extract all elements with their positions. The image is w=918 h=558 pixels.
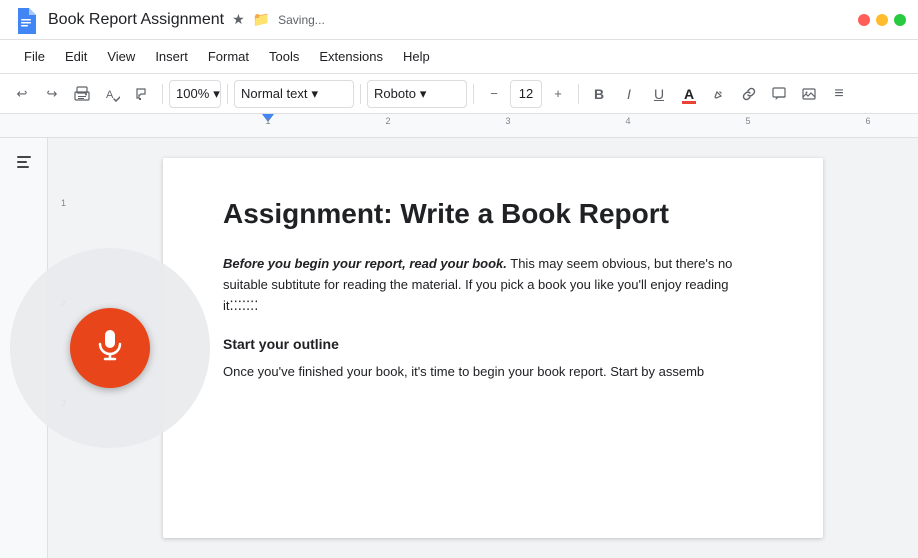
highlight-button[interactable] [705, 80, 733, 108]
mic-icon [92, 326, 128, 370]
style-arrow: ▾ [311, 86, 318, 102]
title-bar: Book Report Assignment ★ 📁 Saving... [0, 0, 918, 40]
undo-button[interactable]: ↩ [8, 80, 36, 108]
style-value: Normal text [241, 86, 307, 101]
font-value: Roboto [374, 86, 416, 101]
separator-1 [162, 84, 163, 104]
separator-4 [473, 84, 474, 104]
more-options-button[interactable]: ≡ [825, 80, 853, 108]
document-heading: Assignment: Write a Book Report [223, 198, 763, 230]
ruler-num: 5 [745, 116, 750, 126]
ruler-num: 4 [625, 116, 630, 126]
link-button[interactable] [735, 80, 763, 108]
close-button[interactable] [858, 14, 870, 26]
italic-button[interactable]: I [615, 80, 643, 108]
menu-view[interactable]: View [99, 45, 143, 68]
font-color-button[interactable]: A [675, 80, 703, 108]
ruler-num: 3 [505, 116, 510, 126]
maximize-button[interactable] [894, 14, 906, 26]
doc-icon [12, 6, 40, 34]
menu-extensions[interactable]: Extensions [311, 45, 391, 68]
voice-typing-overlay [0, 138, 220, 558]
ruler: 1 2 3 4 5 6 [0, 114, 918, 138]
document-paragraph-2: Once you've finished your book, it's tim… [223, 362, 763, 383]
microphone-button[interactable] [70, 308, 150, 388]
print-button[interactable] [68, 80, 96, 108]
folder-icon[interactable]: 📁 [253, 11, 270, 28]
menu-edit[interactable]: Edit [57, 45, 95, 68]
star-icon[interactable]: ★ [232, 11, 245, 28]
window-controls [858, 14, 906, 26]
document-page: Assignment: Write a Book Report Before y… [163, 158, 823, 538]
comment-button[interactable] [765, 80, 793, 108]
saving-text: Saving... [278, 13, 325, 27]
spellcheck-button[interactable]: A [98, 80, 126, 108]
toolbar: ↩ ↪ A 100% ▾ Normal text ▾ Roboto ▾ − + … [0, 74, 918, 114]
separator-3 [360, 84, 361, 104]
font-size-input[interactable] [510, 80, 542, 108]
ruler-num: 2 [385, 116, 390, 126]
font-size-control: − + [480, 80, 572, 108]
paint-format-button[interactable] [128, 80, 156, 108]
document-paragraph-1[interactable]: Before you begin your report, read your … [223, 254, 763, 316]
menu-help[interactable]: Help [395, 45, 438, 68]
ruler-num: 6 [865, 116, 870, 126]
ruler-num: 1 [265, 116, 270, 126]
increase-font-button[interactable]: + [544, 80, 572, 108]
underline-button[interactable]: U [645, 80, 673, 108]
menu-format[interactable]: Format [200, 45, 257, 68]
para1-bold-italic: Before you begin your report, read your … [223, 256, 507, 271]
zoom-value: 100% [176, 86, 209, 101]
ruler-content: 1 2 3 4 5 6 [228, 114, 918, 137]
style-dropdown[interactable]: Normal text ▾ [234, 80, 354, 108]
font-arrow: ▾ [420, 86, 427, 102]
bold-button[interactable]: B [585, 80, 613, 108]
font-dropdown[interactable]: Roboto ▾ [367, 80, 467, 108]
document-subheading: Start your outline [223, 336, 763, 352]
zoom-arrow: ▾ [213, 86, 220, 102]
menu-insert[interactable]: Insert [147, 45, 196, 68]
menu-tools[interactable]: Tools [261, 45, 307, 68]
image-button[interactable] [795, 80, 823, 108]
menu-bar: File Edit View Insert Format Tools Exten… [0, 40, 918, 74]
font-color-bar [682, 101, 696, 104]
main-area: 1 2 3 Assignment: Write a Book Report Be… [0, 138, 918, 558]
redo-button[interactable]: ↪ [38, 80, 66, 108]
minimize-button[interactable] [876, 14, 888, 26]
decrease-font-button[interactable]: − [480, 80, 508, 108]
separator-2 [227, 84, 228, 104]
menu-file[interactable]: File [16, 45, 53, 68]
title-area: Book Report Assignment ★ 📁 Saving... [48, 10, 850, 29]
doc-title[interactable]: Book Report Assignment [48, 10, 224, 29]
separator-5 [578, 84, 579, 104]
zoom-dropdown[interactable]: 100% ▾ [169, 80, 221, 108]
voice-circle [10, 248, 210, 448]
svg-text:A: A [106, 89, 114, 101]
